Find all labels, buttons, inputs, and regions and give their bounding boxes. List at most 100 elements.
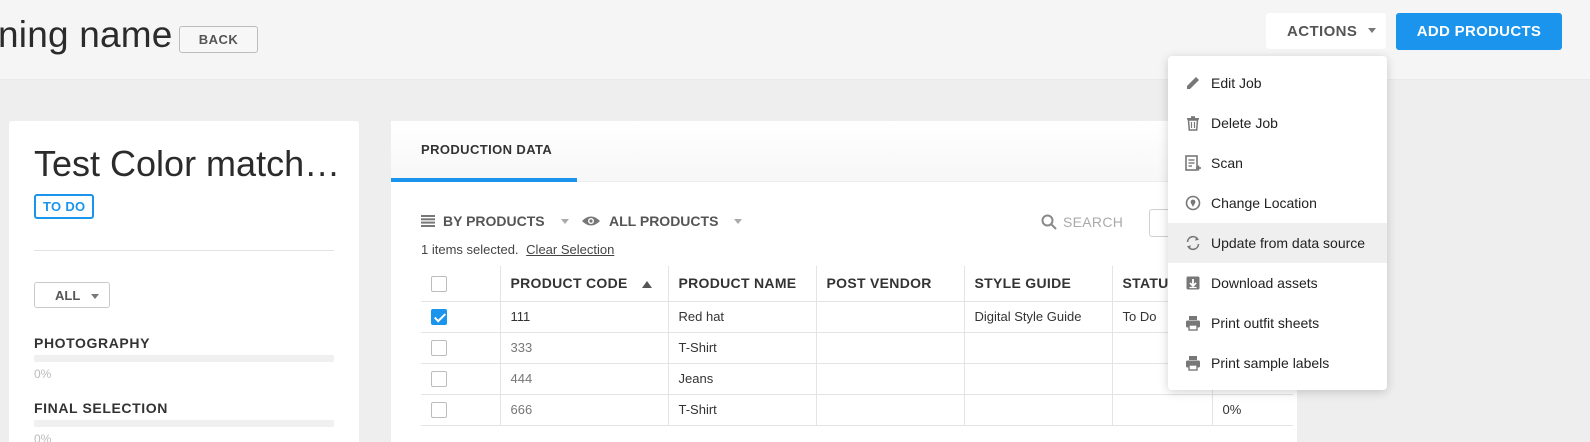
menu-item-label: Update from data source (1211, 235, 1366, 251)
post-vendor-cell (815, 300, 965, 333)
sort-ascending-icon (641, 281, 652, 289)
row-select-cell (421, 362, 501, 395)
menu-item-label: Scan (1211, 155, 1243, 171)
view-filter-label: ALL PRODUCTS (609, 213, 719, 229)
product-name-cell: Red hat (667, 300, 817, 333)
post-vendor-cell (815, 362, 965, 395)
style-guide-cell (963, 393, 1113, 426)
caret-down-icon (1368, 28, 1376, 33)
progress-filter-select[interactable]: ALL (34, 282, 110, 308)
search-placeholder: SEARCH (1063, 214, 1124, 230)
row-checkbox[interactable] (431, 308, 447, 325)
filter-select-value: ALL (55, 287, 81, 303)
caret-down-icon (91, 294, 99, 299)
menu-item-label: Print sample labels (1211, 355, 1330, 371)
back-button[interactable]: BACK (179, 26, 258, 53)
product-code-cell: 444 (499, 362, 669, 395)
download-icon (1186, 276, 1200, 290)
group-by-dropdown[interactable]: BY PRODUCTS (421, 213, 569, 229)
scan-icon (1185, 155, 1201, 171)
style-guide-cell (963, 331, 1113, 364)
menu-item-label: Delete Job (1211, 115, 1278, 131)
table-row[interactable]: 333 T-Shirt (421, 331, 1293, 364)
actions-menu: Edit Job Delete Job Scan Change Location… (1168, 56, 1387, 390)
printer-icon (1186, 316, 1200, 331)
menu-item-print-outfit-sheets[interactable]: Print outfit sheets (1168, 303, 1387, 343)
tab-strip: PRODUCTION DATA (391, 121, 1297, 182)
row-checkbox[interactable] (431, 339, 447, 356)
column-label: STYLE GUIDE (974, 275, 1072, 292)
menu-item-label: Download assets (1211, 275, 1318, 291)
status-cell (1111, 393, 1213, 426)
final-selection-progress-value: 0% (34, 432, 52, 442)
photography-label: PHOTOGRAPHY (34, 335, 151, 351)
product-name-cell: T-Shirt (667, 393, 817, 426)
printer-icon (1186, 356, 1200, 371)
style-guide-cell: Digital Style Guide (963, 300, 1113, 333)
product-code-cell: 333 (499, 331, 669, 364)
column-header-style-guide[interactable]: STYLE GUIDE (963, 266, 1113, 302)
row-checkbox[interactable] (431, 370, 447, 387)
column-header-product-code[interactable]: PRODUCT CODE (499, 266, 669, 302)
selection-count-text: 1 items selected. (421, 242, 519, 257)
menu-item-update-from-data-source[interactable]: Update from data source (1168, 223, 1387, 263)
final-selection-label: FINAL SELECTION (34, 400, 168, 416)
menu-item-download-assets[interactable]: Download assets (1168, 263, 1387, 303)
photography-progress-value: 0% (34, 367, 52, 381)
row-select-cell (421, 331, 501, 364)
group-by-label: BY PRODUCTS (443, 213, 545, 229)
menu-item-print-sample-labels[interactable]: Print sample labels (1168, 343, 1387, 383)
search-icon (1041, 214, 1057, 230)
column-label: POST VENDOR (826, 275, 932, 292)
row-checkbox[interactable] (431, 401, 447, 418)
column-header-post-vendor[interactable]: POST VENDOR (815, 266, 965, 302)
production-data-card: PRODUCTION DATA BY PRODUCTS ALL PRODUCTS… (391, 121, 1297, 442)
menu-item-delete-job[interactable]: Delete Job (1168, 103, 1387, 143)
divider (34, 250, 334, 251)
trash-icon (1187, 116, 1199, 131)
status-badge: TO DO (34, 194, 95, 219)
products-table: PRODUCT CODE PRODUCT NAME POST VENDOR ST… (421, 266, 1293, 426)
column-label: PRODUCT NAME (678, 275, 797, 292)
menu-item-label: Change Location (1211, 195, 1317, 211)
job-title: Test Color matchi… (34, 143, 344, 184)
extra-cell: 0% (1211, 393, 1293, 426)
clear-selection-link[interactable]: Clear Selection (526, 242, 614, 257)
column-label: PRODUCT CODE (510, 275, 628, 292)
caret-down-icon (734, 218, 743, 224)
post-vendor-cell (815, 393, 965, 426)
style-guide-cell (963, 362, 1113, 395)
table-row[interactable]: 666 T-Shirt 0% (421, 393, 1293, 426)
product-code-cell: 666 (499, 393, 669, 426)
column-header-product-name[interactable]: PRODUCT NAME (667, 266, 817, 302)
final-selection-progress-bar (34, 420, 334, 427)
table-row[interactable]: 111 Red hat Digital Style Guide To Do (421, 300, 1293, 333)
menu-item-change-location[interactable]: Change Location (1168, 183, 1387, 223)
product-name-cell: T-Shirt (667, 331, 817, 364)
table-row[interactable]: 444 Jeans (421, 362, 1293, 395)
post-vendor-cell (815, 331, 965, 364)
select-all-checkbox[interactable] (431, 275, 447, 292)
menu-item-scan[interactable]: Scan (1168, 143, 1387, 183)
menu-item-label: Edit Job (1211, 75, 1262, 91)
product-code-cell: 111 (499, 300, 669, 333)
eye-icon (582, 216, 600, 226)
location-icon (1185, 195, 1201, 211)
search-box[interactable]: SEARCH (1041, 214, 1123, 230)
photography-progress-bar (34, 355, 334, 362)
pencil-icon (1187, 77, 1199, 89)
actions-dropdown-button[interactable]: ACTIONS (1266, 13, 1386, 49)
column-label: STATU (1122, 275, 1169, 292)
tab-production-data[interactable]: PRODUCTION DATA (391, 121, 577, 182)
add-products-button[interactable]: ADD PRODUCTS (1396, 13, 1562, 50)
selection-info: 1 items selected. Clear Selection (421, 242, 614, 257)
actions-label: ACTIONS (1287, 22, 1358, 40)
view-filter-dropdown[interactable]: ALL PRODUCTS (581, 213, 743, 229)
menu-item-edit-job[interactable]: Edit Job (1168, 63, 1387, 103)
caret-down-icon (560, 218, 569, 224)
row-select-cell (421, 300, 501, 333)
product-name-cell: Jeans (667, 362, 817, 395)
list-icon (421, 215, 435, 227)
job-summary-card: Test Color matchi… TO DO ALL PHOTOGRAPHY… (9, 121, 359, 442)
row-select-cell (421, 393, 501, 426)
